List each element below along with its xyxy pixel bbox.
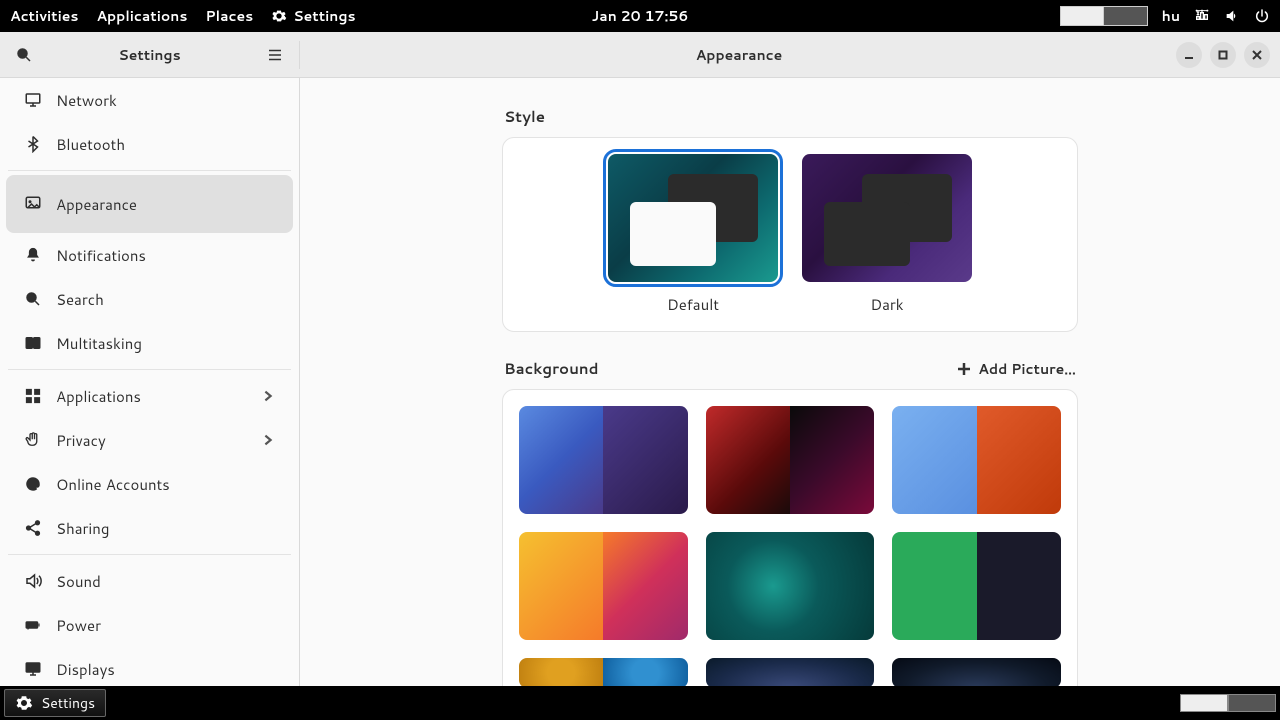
- sidebar-item-label: Online Accounts: [56, 474, 275, 495]
- bottom-taskbar: Settings: [0, 686, 1280, 720]
- sidebar-item-notifications[interactable]: Notifications: [6, 233, 293, 277]
- background-heading: Background: [504, 358, 956, 379]
- header-bar: Settings Appearance: [0, 32, 1280, 78]
- background-thumb-2[interactable]: [706, 406, 875, 514]
- taskbar-battery-indicator[interactable]: [1180, 694, 1276, 712]
- maximize-icon: [1218, 50, 1228, 60]
- app-menu-label: Settings: [293, 6, 355, 26]
- hand-icon: [24, 431, 42, 449]
- search-icon: [24, 290, 42, 308]
- style-option-default[interactable]: Default: [608, 154, 778, 315]
- style-section: Style Default Dark: [502, 106, 1078, 332]
- add-picture-button[interactable]: Add Picture…: [956, 359, 1076, 379]
- display-icon: [24, 660, 42, 678]
- monitor-icon: [24, 91, 42, 109]
- chevron-right-icon: [261, 389, 275, 403]
- background-thumb-7[interactable]: [519, 658, 688, 686]
- sidebar-item-label: Network: [56, 90, 275, 111]
- brush-icon: [24, 195, 42, 213]
- multitasking-icon: [24, 334, 42, 352]
- style-thumb-dark: [802, 154, 972, 282]
- background-thumb-3[interactable]: [892, 406, 1061, 514]
- settings-window: Settings Appearance Network Bluetooth: [0, 32, 1280, 686]
- search-button[interactable]: [10, 41, 38, 69]
- sidebar-item-privacy[interactable]: Privacy: [6, 418, 293, 462]
- sidebar-item-online-accounts[interactable]: Online Accounts: [6, 462, 293, 506]
- minimize-button[interactable]: [1176, 42, 1202, 68]
- background-thumb-4[interactable]: [519, 532, 688, 640]
- search-icon: [15, 46, 33, 64]
- background-thumb-6[interactable]: [892, 532, 1061, 640]
- sidebar-item-appearance[interactable]: Appearance: [6, 175, 293, 233]
- add-picture-label: Add Picture…: [978, 359, 1076, 379]
- keyboard-layout-indicator[interactable]: hu: [1162, 6, 1180, 26]
- page-title: Appearance: [310, 45, 1168, 65]
- sidebar-item-label: Appearance: [56, 194, 275, 215]
- style-thumb-default: [608, 154, 778, 282]
- battery-indicator[interactable]: [1060, 6, 1148, 26]
- battery-icon: [24, 616, 42, 634]
- sidebar-item-label: Power: [56, 615, 275, 636]
- clock[interactable]: Jan 20 17:56: [592, 6, 689, 26]
- at-icon: [24, 475, 42, 493]
- sidebar-item-network[interactable]: Network: [6, 78, 293, 122]
- sound-icon: [24, 572, 42, 590]
- style-label: Dark: [802, 294, 972, 315]
- sidebar-item-power[interactable]: Power: [6, 603, 293, 647]
- gear-icon: [271, 8, 287, 24]
- close-button[interactable]: [1244, 42, 1270, 68]
- background-thumb-1[interactable]: [519, 406, 688, 514]
- style-heading: Style: [504, 106, 1076, 127]
- sidebar-item-displays[interactable]: Displays: [6, 647, 293, 686]
- taskbar-app-label: Settings: [41, 693, 95, 713]
- appearance-panel: Style Default Dark: [300, 78, 1280, 686]
- background-section: Background Add Picture…: [502, 358, 1078, 686]
- share-icon: [24, 519, 42, 537]
- sidebar-item-multitasking[interactable]: Multitasking: [6, 321, 293, 365]
- gear-icon: [15, 694, 33, 712]
- app-menu[interactable]: Settings: [271, 6, 355, 26]
- sidebar-item-label: Bluetooth: [56, 134, 275, 155]
- plus-icon: [956, 361, 972, 377]
- bell-icon: [24, 246, 42, 264]
- sidebar-item-label: Notifications: [56, 245, 275, 266]
- background-thumb-9[interactable]: [892, 658, 1061, 686]
- sidebar-item-label: Applications: [56, 386, 247, 407]
- power-icon[interactable]: [1254, 8, 1270, 24]
- places-menu[interactable]: Places: [205, 6, 253, 26]
- sidebar-item-label: Multitasking: [56, 333, 275, 354]
- primary-menu-button[interactable]: [261, 41, 289, 69]
- grid-icon: [24, 387, 42, 405]
- sidebar-item-label: Displays: [56, 659, 275, 680]
- background-thumb-8[interactable]: [706, 658, 875, 686]
- sidebar-item-applications[interactable]: Applications: [6, 374, 293, 418]
- style-option-dark[interactable]: Dark: [802, 154, 972, 315]
- sidebar-title: Settings: [118, 45, 180, 65]
- taskbar-app-settings[interactable]: Settings: [4, 689, 106, 717]
- settings-sidebar: Network Bluetooth Appearance Notificatio…: [0, 78, 300, 686]
- hamburger-icon: [266, 46, 284, 64]
- bluetooth-icon: [24, 135, 42, 153]
- sidebar-item-label: Sharing: [56, 518, 275, 539]
- maximize-button[interactable]: [1210, 42, 1236, 68]
- minimize-icon: [1184, 50, 1194, 60]
- sidebar-item-sharing[interactable]: Sharing: [6, 506, 293, 550]
- style-label: Default: [608, 294, 778, 315]
- sidebar-item-label: Sound: [56, 571, 275, 592]
- top-panel: Activities Applications Places Settings …: [0, 0, 1280, 32]
- network-status-icon[interactable]: [1194, 8, 1210, 24]
- background-thumb-5[interactable]: [706, 532, 875, 640]
- sidebar-item-sound[interactable]: Sound: [6, 559, 293, 603]
- volume-icon[interactable]: [1224, 8, 1240, 24]
- activities-button[interactable]: Activities: [10, 6, 78, 26]
- close-icon: [1252, 50, 1262, 60]
- sidebar-item-search[interactable]: Search: [6, 277, 293, 321]
- sidebar-item-bluetooth[interactable]: Bluetooth: [6, 122, 293, 166]
- sidebar-item-label: Privacy: [56, 430, 247, 451]
- chevron-right-icon: [261, 433, 275, 447]
- applications-menu[interactable]: Applications: [96, 6, 187, 26]
- sidebar-item-label: Search: [56, 289, 275, 310]
